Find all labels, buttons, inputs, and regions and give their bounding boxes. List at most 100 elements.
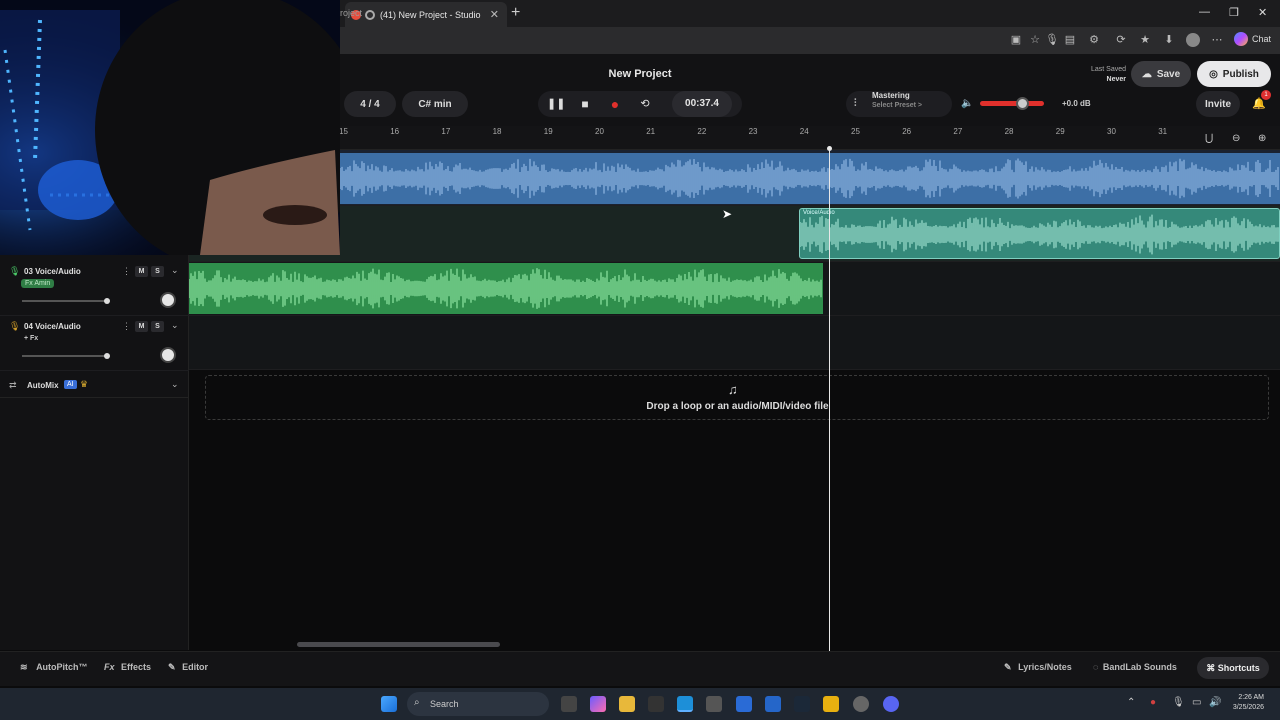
system-clock[interactable]: 2:26 AM 3/25/2026	[1224, 693, 1264, 713]
effects-button[interactable]: Fx Effects	[104, 662, 151, 672]
timeline-ruler[interactable]	[340, 126, 1280, 150]
star-icon[interactable]: ☆	[1028, 33, 1042, 47]
chevron-down-icon[interactable]: ⌄	[171, 265, 179, 276]
lyrics-notes-button[interactable]: ✎ Lyrics/Notes	[1004, 662, 1072, 673]
restore-icon[interactable]: ❐	[1229, 6, 1239, 19]
app-icon[interactable]	[648, 696, 664, 712]
playhead-handle[interactable]	[827, 146, 832, 151]
ruler-bar-number: 20	[595, 127, 604, 136]
key-button[interactable]: C# min	[402, 91, 468, 117]
microphone-tray-icon[interactable]: 🎙	[1172, 697, 1185, 708]
mastering-button[interactable]: ⫶ Mastering Select Preset >	[846, 91, 952, 117]
zoom-out-icon[interactable]: ⊖	[1232, 133, 1240, 144]
tray-app-icon[interactable]: ●	[1150, 697, 1156, 708]
shortcuts-label: Shortcuts	[1217, 663, 1260, 673]
settings-icon[interactable]	[853, 696, 869, 712]
audio-clip-track-01[interactable]	[340, 153, 1280, 204]
pan-knob[interactable]	[160, 292, 176, 308]
volume-slider[interactable]	[22, 300, 108, 302]
split-screen-icon[interactable]: ▣	[1009, 33, 1023, 47]
autopitch-button[interactable]: ≋ AutoPitch™	[20, 662, 88, 673]
microphone-icon: 🎙	[9, 321, 21, 331]
pan-knob[interactable]	[160, 347, 176, 363]
pause-icon[interactable]: ❚❚	[547, 97, 565, 111]
invite-button[interactable]: Invite	[1196, 91, 1240, 117]
editor-app-icon[interactable]	[736, 696, 752, 712]
profile-icon[interactable]	[1186, 33, 1200, 47]
time-signature-button[interactable]: 4 / 4	[344, 91, 396, 117]
sounds-label: BandLab Sounds	[1102, 662, 1177, 672]
reader-icon[interactable]: ▤	[1063, 33, 1077, 47]
sync-icon[interactable]: ⟳	[1114, 33, 1128, 47]
search-icon: ⌕	[414, 697, 420, 708]
add-fx-button[interactable]: + Fx	[24, 335, 38, 342]
audio-clip-voice[interactable]: Voice/Audio	[799, 208, 1280, 259]
file-explorer-icon[interactable]	[619, 696, 635, 712]
store-icon[interactable]	[706, 696, 722, 712]
record-icon[interactable]: ●	[608, 97, 622, 111]
mute-button[interactable]: M	[135, 321, 148, 332]
favorites-icon[interactable]: ★	[1138, 33, 1152, 47]
publish-button[interactable]: ◎ Publish	[1197, 61, 1271, 87]
discord-icon[interactable]	[883, 696, 899, 712]
close-tab-icon[interactable]: ✕	[490, 8, 499, 21]
horizontal-scrollbar[interactable]	[297, 642, 500, 647]
playhead[interactable]	[829, 148, 830, 651]
copilot-chat-button[interactable]: Chat	[1234, 32, 1271, 46]
bandlab-sounds-button[interactable]: ◌ BandLab Sounds	[1093, 662, 1177, 672]
volume-knob[interactable]	[104, 298, 110, 304]
app-r-icon[interactable]	[823, 696, 839, 712]
chevron-up-icon[interactable]: ⌃	[1127, 697, 1135, 708]
solo-button[interactable]: S	[151, 266, 164, 277]
microphone-icon: 🎙	[9, 266, 21, 276]
minimize-icon[interactable]: —	[1199, 6, 1210, 18]
master-volume-knob[interactable]	[1016, 97, 1029, 110]
save-button[interactable]: ☁ Save	[1131, 61, 1191, 87]
network-icon[interactable]: ▭	[1192, 697, 1201, 708]
volume-slider[interactable]	[22, 355, 108, 357]
speaker-mute-icon[interactable]: 🔈	[961, 98, 973, 109]
solo-button[interactable]: S	[151, 321, 164, 332]
magnet-snap-icon[interactable]: ⋃	[1205, 133, 1213, 144]
track-menu-icon[interactable]: ⋮	[122, 266, 131, 277]
download-icon[interactable]: ⬇	[1162, 33, 1176, 47]
editor-button[interactable]: ✎ Editor	[168, 662, 208, 673]
automix-row[interactable]: ⇄ AutoMix AI ♛ ⌄	[0, 372, 189, 398]
master-volume-slider[interactable]	[980, 101, 1044, 106]
mail-icon[interactable]	[765, 696, 781, 712]
new-tab-icon[interactable]: +	[511, 4, 520, 22]
chevron-down-icon[interactable]: ⌄	[171, 379, 179, 390]
extensions-icon[interactable]: ⚙	[1087, 33, 1101, 47]
track-header-04[interactable]: 🎙 04 Voice/Audio ⋮ M S ⌄ + Fx	[0, 317, 189, 371]
edge-browser-icon[interactable]	[677, 696, 693, 712]
microphone-icon[interactable]: 🎙	[1045, 33, 1059, 47]
task-view-icon[interactable]	[561, 696, 577, 712]
steam-icon[interactable]	[794, 696, 810, 712]
mute-button[interactable]: M	[135, 266, 148, 277]
fx-icon: Fx	[104, 662, 115, 672]
last-saved-status: Last Saved Never	[1064, 65, 1126, 85]
volume-tray-icon[interactable]: 🔊	[1209, 697, 1221, 708]
track-lane-04[interactable]	[189, 316, 1280, 370]
track-menu-icon[interactable]: ⋮	[122, 321, 131, 332]
loop-icon[interactable]: ⟲	[638, 97, 652, 111]
shortcuts-button[interactable]: ⌘ Shortcuts	[1197, 657, 1269, 679]
browser-tab[interactable]: (41) New Project - Studio ✕	[345, 2, 507, 27]
more-menu-icon[interactable]: ⋯	[1210, 33, 1224, 47]
track-name[interactable]: 04 Voice/Audio	[24, 322, 81, 331]
sliders-icon: ⫶	[854, 98, 857, 109]
volume-knob[interactable]	[104, 353, 110, 359]
audio-clip-track-03[interactable]	[189, 263, 823, 314]
track-header-03[interactable]: 🎙 03 Voice/Audio ⋮ M S ⌄ Fx Amin	[0, 262, 189, 316]
fx-chip[interactable]: Fx Amin	[21, 279, 55, 288]
windows-start-icon[interactable]	[381, 696, 397, 712]
stop-icon[interactable]: ■	[578, 97, 592, 111]
zoom-in-icon[interactable]: ⊕	[1258, 133, 1266, 144]
close-window-icon[interactable]: ✕	[1258, 6, 1267, 19]
chevron-down-icon[interactable]: ⌄	[171, 320, 179, 331]
ruler-bar-number: 21	[646, 127, 656, 136]
project-title[interactable]: New Project	[580, 68, 700, 80]
track-name[interactable]: 03 Voice/Audio	[24, 267, 81, 276]
taskbar-search[interactable]: Search	[407, 692, 549, 716]
copilot-app-icon[interactable]	[590, 696, 606, 712]
